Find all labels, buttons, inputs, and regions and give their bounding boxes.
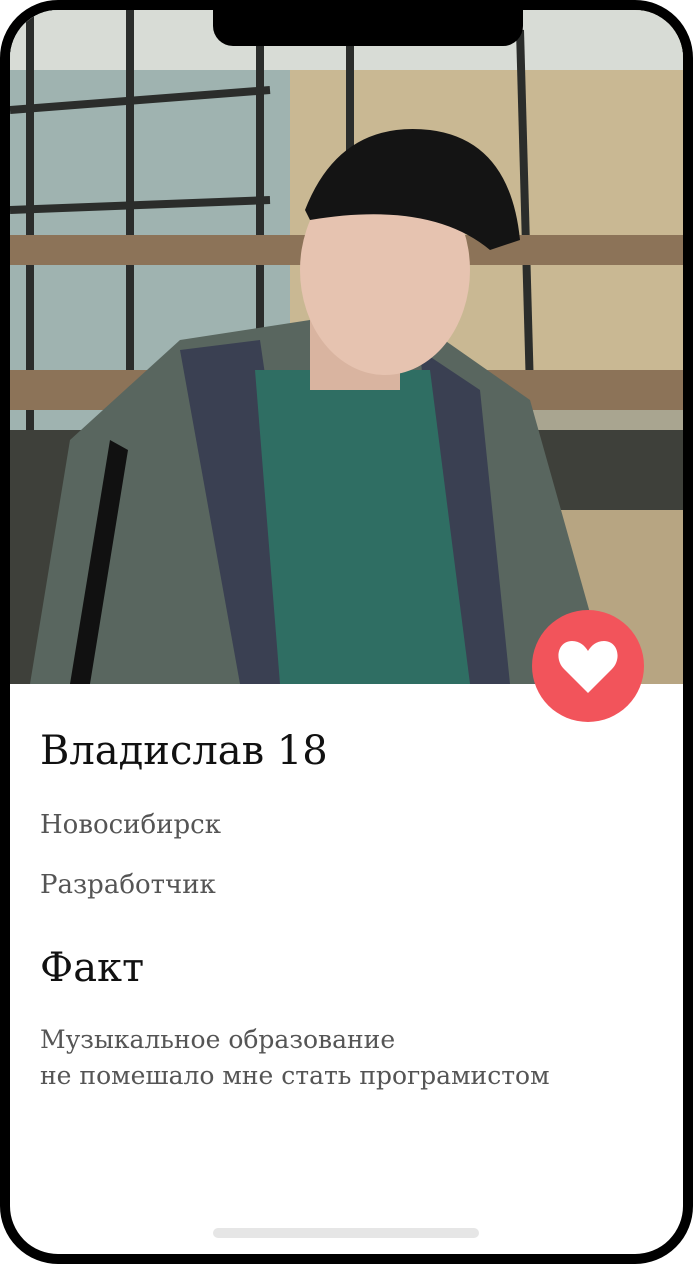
- fact-title: Факт: [40, 945, 145, 991]
- fact-line: не помешало мне стать програмистом: [40, 1061, 550, 1090]
- home-indicator[interactable]: [213, 1228, 479, 1238]
- profile-photo: [10, 10, 683, 684]
- heart-icon: [558, 641, 618, 693]
- fact-text: Музыкальное образование не помешало мне …: [40, 1022, 550, 1094]
- like-button[interactable]: [532, 610, 644, 722]
- profile-city: Новосибирск: [40, 810, 221, 840]
- fact-line: Музыкальное образование: [40, 1025, 396, 1054]
- notch: [213, 10, 523, 46]
- profile-name-age: Владислав 18: [40, 728, 328, 774]
- profile-occupation: Разработчик: [40, 870, 216, 900]
- phone-frame: Владислав 18 Новосибирск Разработчик Фак…: [0, 0, 693, 1264]
